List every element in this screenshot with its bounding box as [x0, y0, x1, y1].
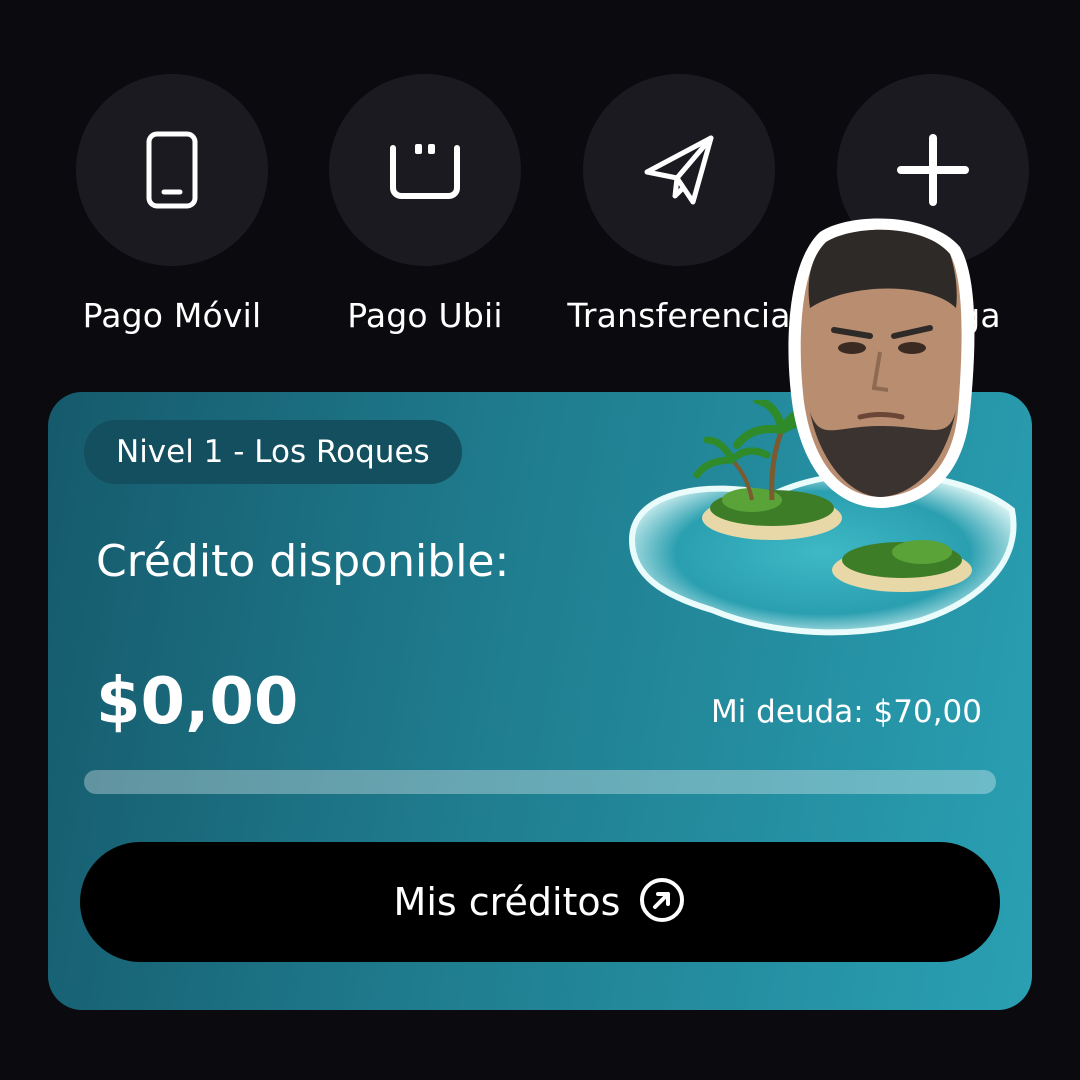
- smartphone-icon: [144, 130, 200, 210]
- credit-progress-bar: [84, 770, 996, 794]
- ubii-logo-icon: [387, 138, 463, 202]
- credit-available-label: Crédito disponible:: [96, 536, 510, 587]
- debt-amount: Mi deuda: $70,00: [710, 694, 982, 730]
- mis-creditos-label: Mis créditos: [393, 880, 621, 924]
- level-badge: Nivel 1 - Los Roques: [84, 420, 462, 484]
- pago-ubii-label: Pago Ubii: [347, 296, 503, 335]
- paper-plane-icon: [639, 130, 719, 210]
- screen: Pago Móvil Pago Ubii Transferencia Nivel…: [0, 0, 1080, 1080]
- transferencia-button[interactable]: [583, 74, 775, 266]
- credit-available-amount: $0,00: [96, 665, 299, 739]
- arrow-up-right-circle-icon: [638, 876, 686, 928]
- portrait-sticker: [788, 218, 975, 509]
- pago-ubii-button[interactable]: [329, 74, 521, 266]
- pago-movil-button[interactable]: [76, 74, 268, 266]
- pago-movil-label: Pago Móvil: [82, 296, 262, 335]
- mis-creditos-button[interactable]: Mis créditos: [80, 842, 1000, 962]
- transferencia-label: Transferencia: [567, 296, 791, 335]
- plus-icon: [895, 132, 971, 208]
